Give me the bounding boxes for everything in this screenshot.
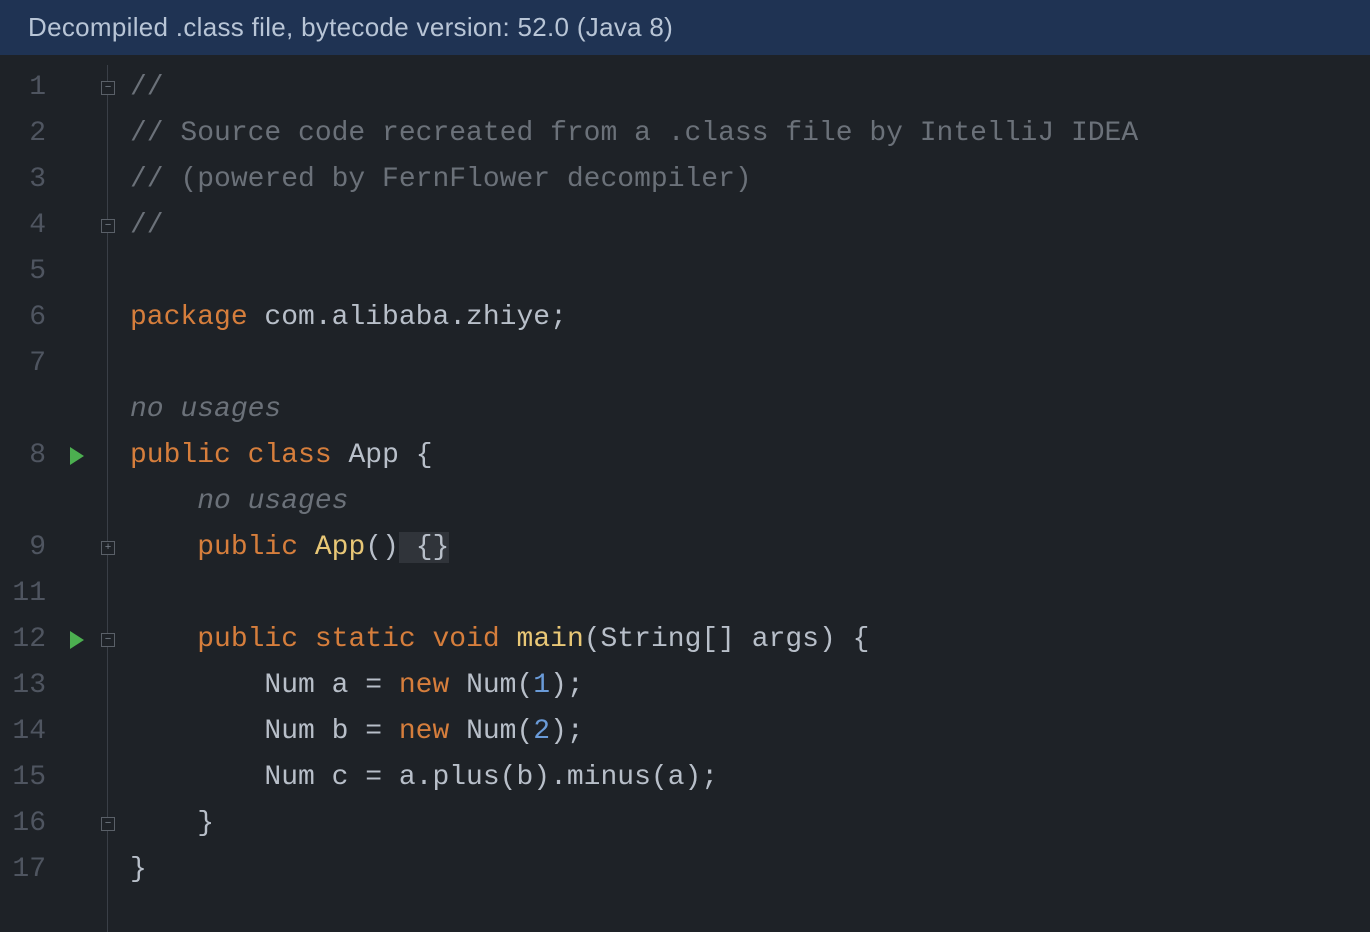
code-line[interactable]: public class App { (130, 433, 1370, 479)
run-gutter-empty (58, 249, 96, 295)
code-line[interactable] (130, 249, 1370, 295)
line-number: 17 (0, 847, 46, 893)
line-number-gutter: 12345678911121314151617 (0, 55, 58, 932)
banner-text: Decompiled .class file, bytecode version… (28, 12, 673, 42)
fold-gutter-empty (96, 433, 120, 479)
run-icon[interactable] (58, 433, 96, 479)
code-line[interactable]: // Source code recreated from a .class f… (130, 111, 1370, 157)
fold-gutter-empty (96, 755, 120, 801)
run-gutter-empty (58, 755, 96, 801)
fold-gutter-empty (96, 663, 120, 709)
fold-gutter-empty (96, 847, 120, 893)
run-gutter-empty (58, 525, 96, 571)
code-line[interactable]: } (130, 847, 1370, 893)
code-line[interactable]: no usages (130, 479, 1370, 525)
code-line[interactable]: public static void main(String[] args) { (130, 617, 1370, 663)
run-gutter-empty (58, 479, 96, 525)
run-gutter-empty (58, 801, 96, 847)
code-line[interactable]: Num a = new Num(1); (130, 663, 1370, 709)
code-line[interactable]: // (130, 203, 1370, 249)
code-editor[interactable]: 12345678911121314151617 −−+−− //// Sourc… (0, 55, 1370, 932)
line-number: 16 (0, 801, 46, 847)
code-line[interactable]: no usages (130, 387, 1370, 433)
code-line[interactable]: Num b = new Num(2); (130, 709, 1370, 755)
fold-collapse-icon[interactable]: − (96, 617, 120, 663)
run-gutter-empty (58, 571, 96, 617)
code-line[interactable]: package com.alibaba.zhiye; (130, 295, 1370, 341)
line-number: 2 (0, 111, 46, 157)
run-gutter-empty (58, 663, 96, 709)
code-line[interactable] (130, 571, 1370, 617)
code-line[interactable]: public App() {} (130, 525, 1370, 571)
fold-expand-icon[interactable]: + (96, 525, 120, 571)
run-gutter-empty (58, 387, 96, 433)
fold-gutter-empty (96, 387, 120, 433)
line-number: 8 (0, 433, 46, 479)
fold-gutter-empty (96, 157, 120, 203)
decompiled-banner: Decompiled .class file, bytecode version… (0, 0, 1370, 55)
line-number (0, 479, 46, 525)
code-line[interactable]: // (130, 65, 1370, 111)
fold-gutter-empty (96, 479, 120, 525)
code-line[interactable]: // (powered by FernFlower decompiler) (130, 157, 1370, 203)
fold-gutter-empty (96, 249, 120, 295)
line-number: 15 (0, 755, 46, 801)
line-number: 13 (0, 663, 46, 709)
fold-gutter-empty (96, 709, 120, 755)
line-number: 7 (0, 341, 46, 387)
fold-collapse-icon[interactable]: − (96, 65, 120, 111)
fold-gutter-empty (96, 341, 120, 387)
run-gutter-empty (58, 157, 96, 203)
run-gutter-empty (58, 203, 96, 249)
line-number: 3 (0, 157, 46, 203)
fold-gutter-empty (96, 571, 120, 617)
fold-gutter-empty (96, 111, 120, 157)
code-line[interactable] (130, 341, 1370, 387)
code-line[interactable]: } (130, 801, 1370, 847)
line-number: 1 (0, 65, 46, 111)
line-number: 11 (0, 571, 46, 617)
fold-collapse-icon[interactable]: − (96, 203, 120, 249)
run-gutter-empty (58, 295, 96, 341)
run-gutter-empty (58, 65, 96, 111)
fold-gutter: − − + − − (96, 55, 120, 932)
run-gutter-empty (58, 341, 96, 387)
code-line[interactable]: Num c = a.plus(b).minus(a); (130, 755, 1370, 801)
line-number: 4 (0, 203, 46, 249)
line-number: 6 (0, 295, 46, 341)
run-gutter-empty (58, 111, 96, 157)
fold-collapse-icon[interactable]: − (96, 801, 120, 847)
line-number: 9 (0, 525, 46, 571)
run-gutter-empty (58, 709, 96, 755)
fold-gutter-empty (96, 295, 120, 341)
line-number (0, 387, 46, 433)
run-gutter-empty (58, 847, 96, 893)
line-number: 14 (0, 709, 46, 755)
run-gutter (58, 55, 96, 932)
code-area[interactable]: //// Source code recreated from a .class… (120, 55, 1370, 932)
run-icon[interactable] (58, 617, 96, 663)
line-number: 5 (0, 249, 46, 295)
line-number: 12 (0, 617, 46, 663)
